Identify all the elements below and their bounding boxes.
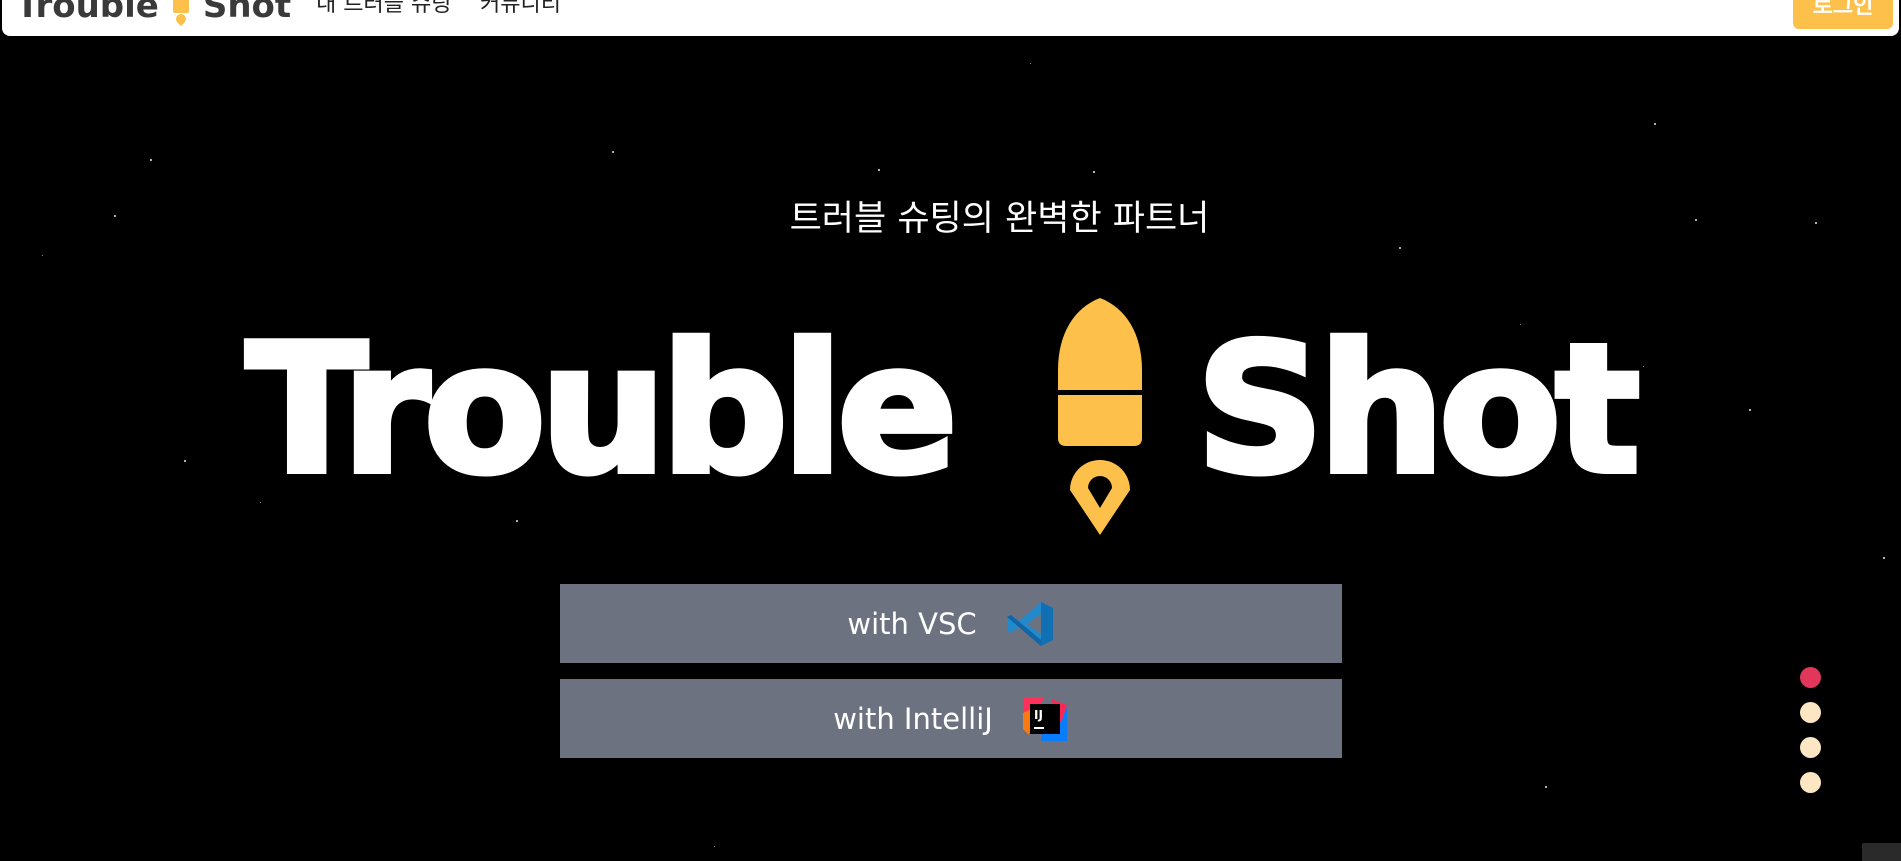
- nav-community[interactable]: 커뮤니티: [480, 0, 561, 22]
- intellij-icon: IJ: [1022, 696, 1067, 741]
- vscode-icon: [1006, 601, 1053, 646]
- pagination-dot-4[interactable]: [1800, 772, 1821, 793]
- hero-logo-right: Shot: [1193, 306, 1643, 513]
- pagination-dot-3[interactable]: [1800, 737, 1821, 758]
- login-button[interactable]: 로그인: [1793, 0, 1893, 29]
- header-logo-left: Trouble: [16, 0, 159, 26]
- corner-tab[interactable]: [1862, 843, 1901, 861]
- svg-text:IJ: IJ: [1034, 708, 1043, 722]
- hero-logo-left: Trouble: [243, 306, 961, 513]
- rocket-icon: [172, 0, 189, 27]
- hero-tagline: 트러블 슈팅의 완벽한 파트너: [0, 190, 1901, 241]
- section-pagination: [1800, 667, 1822, 807]
- with-vsc-label: with VSC: [847, 606, 977, 641]
- rocket-icon: [1058, 298, 1142, 535]
- header-logo[interactable]: Trouble Shot: [16, 0, 291, 28]
- hero-logo: Trouble Shot: [243, 282, 1656, 542]
- with-intellij-button[interactable]: with IntelliJ IJ: [560, 679, 1342, 758]
- header-logo-right: Shot: [202, 0, 292, 26]
- with-vsc-button[interactable]: with VSC: [560, 584, 1342, 663]
- top-nav-bar: Trouble Shot 내 트러블 슈팅 커뮤니티 로그인: [2, 0, 1899, 36]
- landing-page: Trouble Shot 내 트러블 슈팅 커뮤니티 로그인 트러블 슈팅의 완…: [0, 0, 1901, 861]
- with-intellij-label: with IntelliJ: [833, 701, 993, 736]
- hero-tagline-text: 트러블 슈팅의 완벽한 파트너: [789, 199, 1210, 239]
- pagination-dot-1[interactable]: [1800, 667, 1821, 688]
- nav-my-troubleshooting[interactable]: 내 트러블 슈팅: [316, 0, 451, 22]
- pagination-dot-2[interactable]: [1800, 702, 1821, 723]
